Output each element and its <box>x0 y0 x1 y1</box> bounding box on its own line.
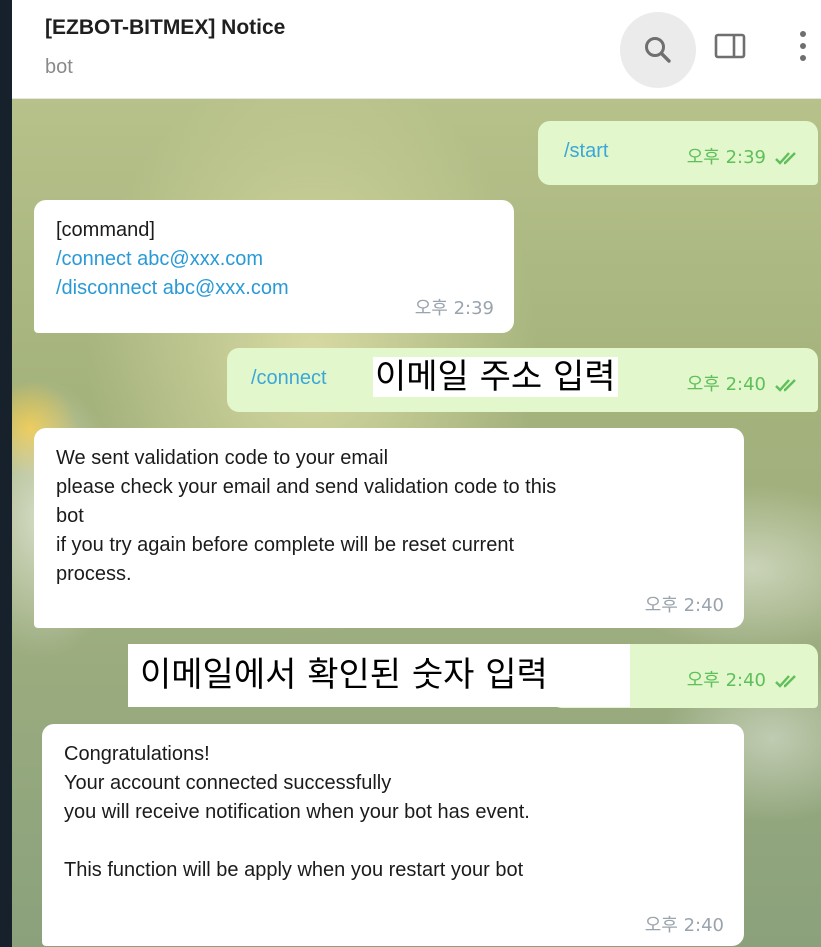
message-line: please check your email and send validat… <box>56 476 557 498</box>
message-time: 오후 2:40 <box>644 595 724 616</box>
message-line: you will receive notification when your … <box>64 801 530 823</box>
sidebar-toggle-button[interactable] <box>708 24 752 68</box>
incoming-message[interactable]: Congratulations! Your account connected … <box>42 724 744 946</box>
code-placeholder-annotation: 이메일에서 확인된 숫자 입력 <box>128 644 630 707</box>
message-time: 오후 2:40 <box>644 915 724 936</box>
window-left-edge <box>0 0 12 947</box>
message-time: 오후 2:39 <box>686 147 766 168</box>
incoming-message[interactable]: [command] /connect abc@xxx.com /disconne… <box>34 200 514 333</box>
outgoing-message[interactable]: /start 오후 2:39 <box>538 121 818 185</box>
email-placeholder-annotation: 이메일 주소 입력 <box>373 357 618 397</box>
message-meta: 오후 2:40 <box>687 370 800 399</box>
message-line: This function will be apply when you res… <box>64 859 524 881</box>
double-check-icon <box>775 674 796 688</box>
double-check-icon <box>775 151 796 165</box>
chat-title[interactable]: [EZBOT-BITMEX] Notice <box>45 16 285 40</box>
chat-subtitle: bot <box>45 56 73 78</box>
message-meta: 오후 2:40 <box>645 591 724 620</box>
more-menu-button[interactable] <box>786 24 820 68</box>
message-line: Your account connected successfully <box>64 772 392 794</box>
double-check-icon <box>775 378 796 392</box>
message-time: 오후 2:39 <box>414 298 494 319</box>
sidebar-panel-icon <box>714 33 746 59</box>
message-line: [command] <box>56 219 155 241</box>
message-meta: 오후 2:39 <box>415 294 494 323</box>
message-line <box>64 827 722 856</box>
message-line: process. <box>56 563 132 585</box>
vertical-dots-icon <box>800 31 806 61</box>
message-time: 오후 2:40 <box>686 670 766 691</box>
message-meta: 오후 2:39 <box>687 143 800 172</box>
search-button[interactable] <box>620 12 696 88</box>
message-line: We sent validation code to your email <box>56 447 389 469</box>
message-time: 오후 2:40 <box>686 374 766 395</box>
message-line: Congratulations! <box>64 743 210 765</box>
message-meta: 오후 2:40 <box>645 911 724 940</box>
incoming-message[interactable]: We sent validation code to your email pl… <box>34 428 744 628</box>
chat-area[interactable]: /start 오후 2:39 [command] /connect abc@xx… <box>12 99 821 947</box>
search-icon <box>645 37 671 63</box>
message-meta: 오후 2:40 <box>687 666 800 695</box>
command-link[interactable]: /connect abc@xxx.com <box>56 245 492 274</box>
message-line: if you try again before complete will be… <box>56 534 514 556</box>
chat-header: [EZBOT-BITMEX] Notice bot <box>12 0 821 99</box>
message-line: bot <box>56 505 84 527</box>
